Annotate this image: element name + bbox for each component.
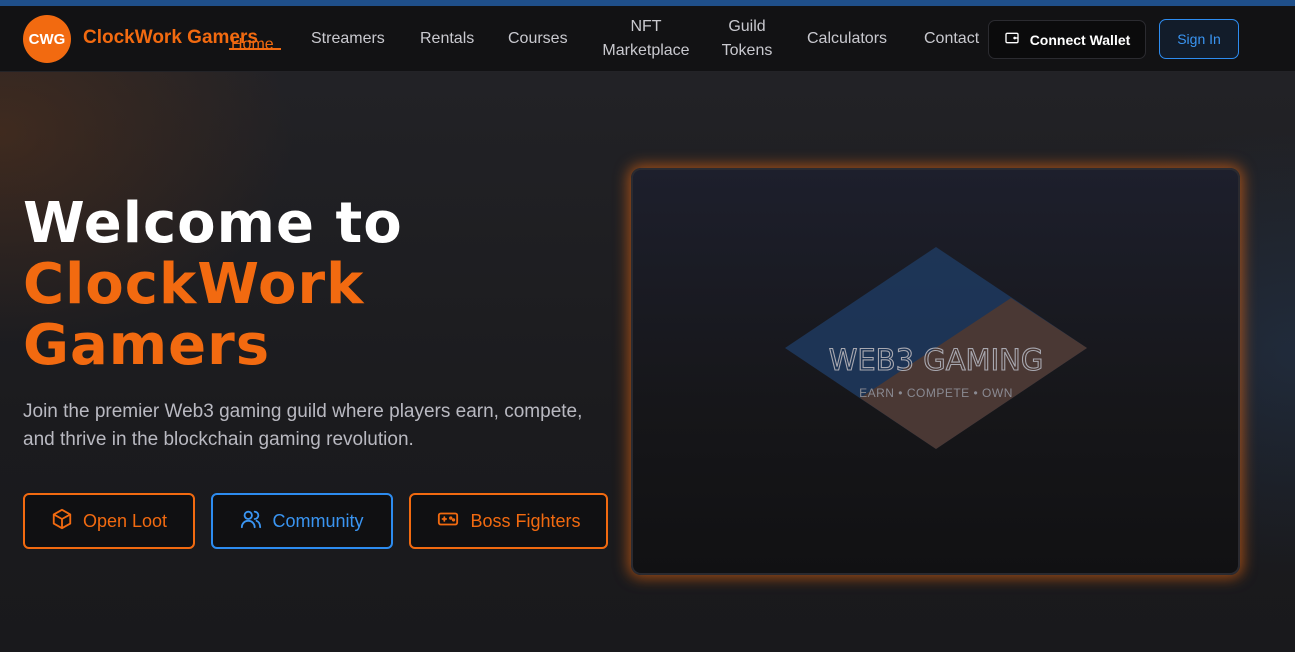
connect-wallet-button[interactable]: Connect Wallet xyxy=(988,20,1146,59)
open-loot-button[interactable]: Open Loot xyxy=(23,493,195,549)
nav-courses[interactable]: Courses xyxy=(508,27,568,51)
nav-guild-line1: Guild xyxy=(728,18,766,35)
community-label: Community xyxy=(272,510,364,531)
boss-fighters-button[interactable]: Boss Fighters xyxy=(409,493,608,549)
wallet-icon xyxy=(1004,30,1020,49)
connect-wallet-label: Connect Wallet xyxy=(1029,31,1131,48)
nav-nft-marketplace[interactable]: NFT Marketplace xyxy=(598,15,694,63)
boss-fighters-label: Boss Fighters xyxy=(470,510,581,531)
diamond-graphic: WEB3 GAMING EARN • COMPETE • OWN xyxy=(785,247,1087,449)
nav-streamers[interactable]: Streamers xyxy=(311,27,385,51)
nav-nft-line2: Marketplace xyxy=(602,42,690,59)
nav-rentals[interactable]: Rentals xyxy=(420,27,474,51)
showcase-title: WEB3 GAMING xyxy=(829,343,1044,377)
nav-nft-line1: NFT xyxy=(630,18,662,35)
sign-in-button[interactable]: Sign In xyxy=(1159,19,1239,59)
nav-contact[interactable]: Contact xyxy=(924,27,979,51)
hero-title-line3: Gamers xyxy=(23,313,271,378)
nav-guild-tokens[interactable]: Guild Tokens xyxy=(718,15,776,63)
logo-badge[interactable]: CWG xyxy=(23,15,71,63)
hero-title-line1: Welcome to xyxy=(23,191,403,256)
users-icon xyxy=(240,508,262,535)
web3-gaming-showcase: WEB3 GAMING EARN • COMPETE • OWN xyxy=(631,168,1240,575)
hero-subtitle: Join the premier Web3 gaming guild where… xyxy=(23,401,583,450)
showcase-tagline: EARN • COMPETE • OWN xyxy=(859,386,1013,400)
nav-guild-line2: Tokens xyxy=(721,42,773,59)
nav-home[interactable]: Home xyxy=(231,33,274,57)
community-button[interactable]: Community xyxy=(211,493,393,549)
hero-title-line2: ClockWork xyxy=(23,252,365,317)
box-icon xyxy=(51,508,73,535)
active-nav-underline xyxy=(229,48,281,50)
open-loot-label: Open Loot xyxy=(82,510,168,531)
top-navigation: CWG ClockWork Gamers Home Streamers Rent… xyxy=(0,6,1295,72)
nav-calculators[interactable]: Calculators xyxy=(807,27,887,51)
gamepad-icon xyxy=(436,508,460,535)
